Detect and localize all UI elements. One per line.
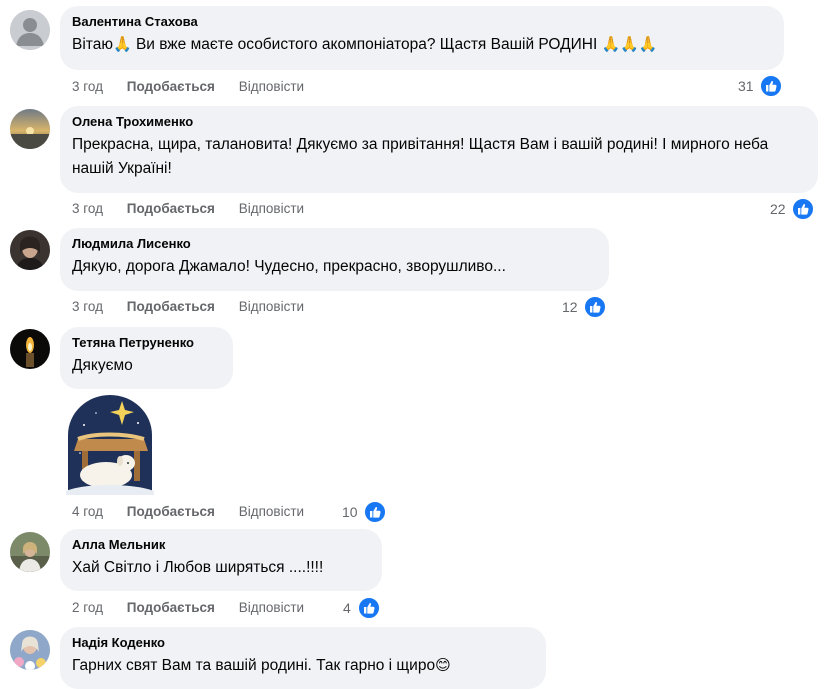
reaction-number: 4 [343,600,351,617]
thumbs-up-icon [363,500,388,525]
pray-emoji-icon: 🙏 [112,36,132,53]
comment-author[interactable]: Тетяна Петруненко [72,335,221,351]
comment-actions: 3 год Подобається Відповісти [72,78,324,96]
default-avatar-icon [10,10,50,50]
reaction-count[interactable]: 31 [738,74,784,99]
reaction-number: 10 [342,504,358,521]
candle-avatar-icon [10,329,50,369]
reaction-count[interactable]: 10 [342,500,388,525]
reaction-count[interactable]: 4 [343,596,381,621]
comment-text: Вітаю🙏 Ви вже маєте особистого акомпоніа… [72,36,658,53]
comment-text: Прекрасна, щира, талановита! Дякуємо за … [72,136,769,177]
avatar[interactable] [10,109,50,149]
thumbs-up-icon [356,596,381,621]
reaction-number: 31 [738,78,754,95]
comment-author[interactable]: Надія Коденко [72,635,534,651]
thumbs-up-icon [791,197,816,222]
like-link[interactable]: Подобається [127,78,215,96]
comment-time[interactable]: 2 год [72,599,103,617]
reply-link[interactable]: Відповісти [239,78,304,96]
comment-author[interactable]: Алла Мельник [72,537,370,553]
comment-text: Гарних свят Вам та вашій родині. Так гар… [72,657,451,674]
thumbs-up-icon [583,295,608,320]
avatar[interactable] [10,10,50,50]
reply-link[interactable]: Відповісти [239,200,304,218]
smiling-face-icon: 😊 [435,657,451,674]
avatar[interactable] [10,630,50,670]
comment-time[interactable]: 3 год [72,298,103,316]
avatar[interactable] [10,230,50,270]
comment-actions: 3 год Подобається Відповісти [72,200,324,218]
comment-bubble: Олена Трохименко Прекрасна, щира, талано… [60,106,818,193]
christmas-sticker[interactable] [64,395,156,495]
comment-bubble: Надія Коденко Гарних свят Вам та вашій р… [60,627,546,689]
comment-bubble: Валентина Стахова Вітаю🙏 Ви вже маєте ос… [60,6,784,70]
comment-bubble: Тетяна Петруненко Дякуємо [60,327,233,389]
comment-actions: 2 год Подобається Відповісти [72,599,324,617]
reply-link[interactable]: Відповісти [239,503,304,521]
comment-bubble: Алла Мельник Хай Світло і Любов ширяться… [60,529,382,591]
like-link[interactable]: Подобається [127,200,215,218]
comment-actions: 3 год Подобається Відповісти [72,298,324,316]
comment-actions: 4 год Подобається Відповісти [72,503,324,521]
floral-avatar-icon [10,630,50,670]
nativity-lamb-sticker-icon [66,395,154,495]
comment-author[interactable]: Людмила Лисенко [72,236,597,252]
reply-link[interactable]: Відповісти [239,298,304,316]
thumbs-up-icon [759,74,784,99]
comment-text: Дякую, дорога Джамало! Чудесно, прекрасн… [72,258,506,275]
comment-text: Дякуємо [72,357,133,374]
pray-emoji-icon: 🙏🙏🙏 [601,36,658,53]
comment-time[interactable]: 4 год [72,503,103,521]
comment-author[interactable]: Валентина Стахова [72,14,772,30]
reaction-count[interactable]: 12 [562,295,608,320]
comment-time[interactable]: 3 год [72,78,103,96]
avatar[interactable] [10,329,50,369]
reaction-number: 12 [562,299,578,316]
comment-time[interactable]: 3 год [72,200,103,218]
comment-text: Хай Світло і Любов ширяться ....!!!! [72,559,324,576]
reply-link[interactable]: Відповісти [239,599,304,617]
photo-avatar-icon [10,532,50,572]
portrait-avatar-icon [10,230,50,270]
avatar[interactable] [10,532,50,572]
reaction-count[interactable]: 22 [770,197,816,222]
reaction-number: 22 [770,201,786,218]
comment-author[interactable]: Олена Трохименко [72,114,806,130]
like-link[interactable]: Подобається [127,503,215,521]
comment-bubble: Людмила Лисенко Дякую, дорога Джамало! Ч… [60,228,609,291]
sunset-avatar-icon [10,109,50,149]
like-link[interactable]: Подобається [127,298,215,316]
like-link[interactable]: Подобається [127,599,215,617]
